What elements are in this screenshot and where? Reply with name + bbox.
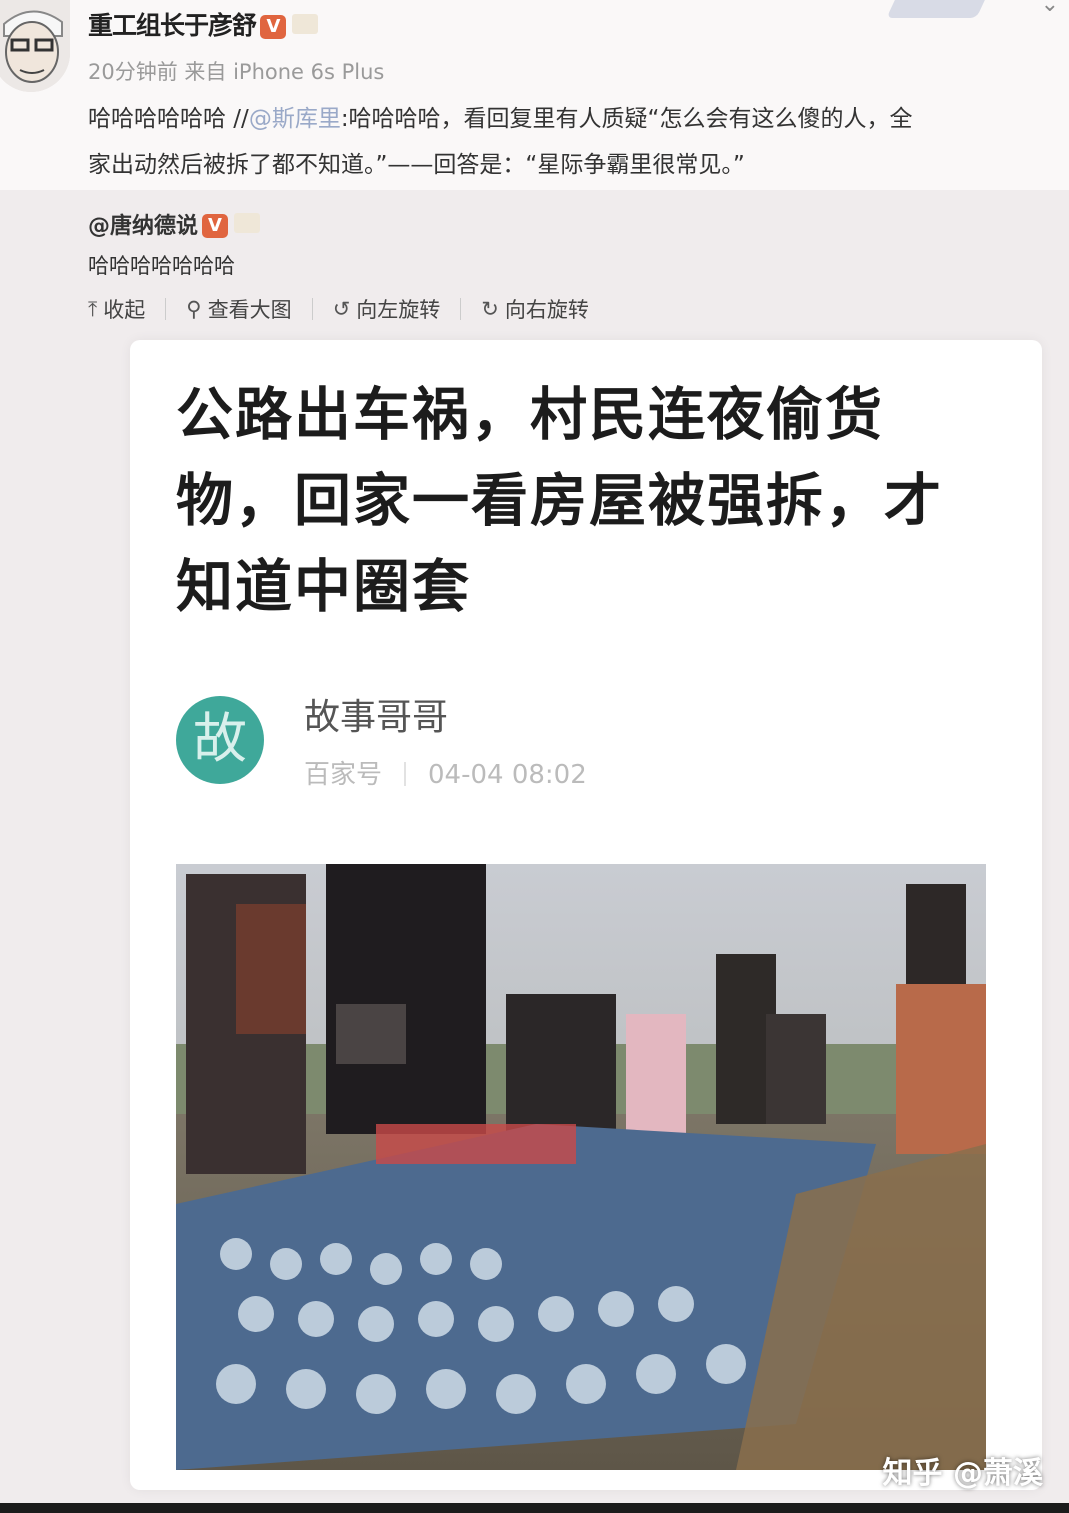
post-username-text[interactable]: 重工组长于彦舒 bbox=[88, 11, 257, 40]
image-actions: ⤒ 收起 ⚲ 查看大图 ↺ 向左旋转 ↻ 向右旋转 bbox=[88, 294, 609, 324]
post-meta: 20分钟前 来自 iPhone 6s Plus bbox=[88, 60, 385, 84]
post-text-line2: 家出动然后被拆了都不知道。”——回答是：“星际争霸里很常见。” bbox=[88, 152, 745, 178]
avatar-cartoon-icon bbox=[0, 0, 70, 92]
roadside-goods-photo bbox=[176, 864, 986, 1470]
rotate-right-button[interactable]: ↻ 向右旋转 bbox=[481, 294, 589, 324]
collapse-arrow-icon: ⤒ bbox=[88, 296, 98, 321]
article-photo[interactable] bbox=[176, 864, 986, 1470]
source-platform: 百家号 bbox=[304, 760, 383, 790]
post-username[interactable]: 重工组长于彦舒 V bbox=[88, 6, 319, 42]
rotate-right-label: 向右旋转 bbox=[504, 298, 589, 322]
chevron-down-icon[interactable]: ⌄ bbox=[1041, 0, 1059, 17]
post-text-rest: :哈哈哈哈，看回复里有人质疑“怎么会有这么傻的人，全 bbox=[340, 106, 913, 132]
repost-text: 哈哈哈哈哈哈哈 bbox=[88, 254, 235, 278]
divider bbox=[460, 298, 462, 320]
headline-line: 公路出车祸，村民连夜偷货 bbox=[176, 382, 884, 448]
article-headline: 公路出车祸，村民连夜偷货 物，回家一看房屋被强拆，才 知道中圈套 bbox=[176, 372, 1016, 630]
level-icon bbox=[234, 213, 261, 233]
article-card[interactable]: 公路出车祸，村民连夜偷货 物，回家一看房屋被强拆，才 知道中圈套 故 故事哥哥 … bbox=[130, 340, 1042, 1490]
level-icon bbox=[292, 14, 319, 34]
post-text-prefix: 哈哈哈哈哈哈 // bbox=[88, 106, 249, 132]
user-avatar[interactable] bbox=[0, 0, 70, 92]
collapse-label: 收起 bbox=[103, 298, 146, 322]
verified-badge: V bbox=[202, 214, 229, 238]
rotate-left-button[interactable]: ↺ 向左旋转 bbox=[333, 294, 441, 324]
source-name: 故事哥哥 bbox=[304, 697, 449, 738]
repost-username-text[interactable]: @唐纳德说 bbox=[88, 214, 198, 239]
headline-line: 物，回家一看房屋被强拆，才 bbox=[176, 468, 943, 534]
weibo-post: 重工组长于彦舒 V 20分钟前 来自 iPhone 6s Plus 哈哈哈哈哈哈 … bbox=[0, 0, 1069, 190]
zhihu-watermark: 知乎 @萧溪 bbox=[882, 1456, 1043, 1491]
divider bbox=[311, 298, 313, 320]
mention-link[interactable]: @斯库里 bbox=[249, 106, 341, 132]
divider bbox=[404, 762, 407, 786]
rotate-right-icon: ↻ bbox=[481, 297, 499, 321]
headline-line: 知道中圈套 bbox=[176, 554, 471, 620]
collapse-button[interactable]: ⤒ 收起 bbox=[88, 294, 145, 324]
verified-badge: V bbox=[260, 15, 287, 39]
view-large-label: 查看大图 bbox=[207, 298, 292, 322]
view-large-button[interactable]: ⚲ 查看大图 bbox=[186, 294, 291, 324]
post-text: 哈哈哈哈哈哈 //@斯库里:哈哈哈哈，看回复里有人质疑“怎么会有这么傻的人，全 … bbox=[88, 96, 1069, 188]
source-meta: 百家号 04-04 08:02 bbox=[304, 754, 587, 791]
magnifier-icon: ⚲ bbox=[186, 297, 202, 321]
source-logo: 故 bbox=[176, 696, 264, 784]
repost-username[interactable]: @唐纳德说 V bbox=[88, 208, 261, 240]
publish-time: 04-04 08:02 bbox=[428, 760, 587, 790]
thumbnail-image[interactable] bbox=[886, 0, 990, 18]
rotate-left-label: 向左旋转 bbox=[356, 298, 441, 322]
bottom-edge bbox=[0, 1503, 1069, 1513]
divider bbox=[165, 298, 167, 320]
rotate-left-icon: ↺ bbox=[332, 297, 351, 321]
